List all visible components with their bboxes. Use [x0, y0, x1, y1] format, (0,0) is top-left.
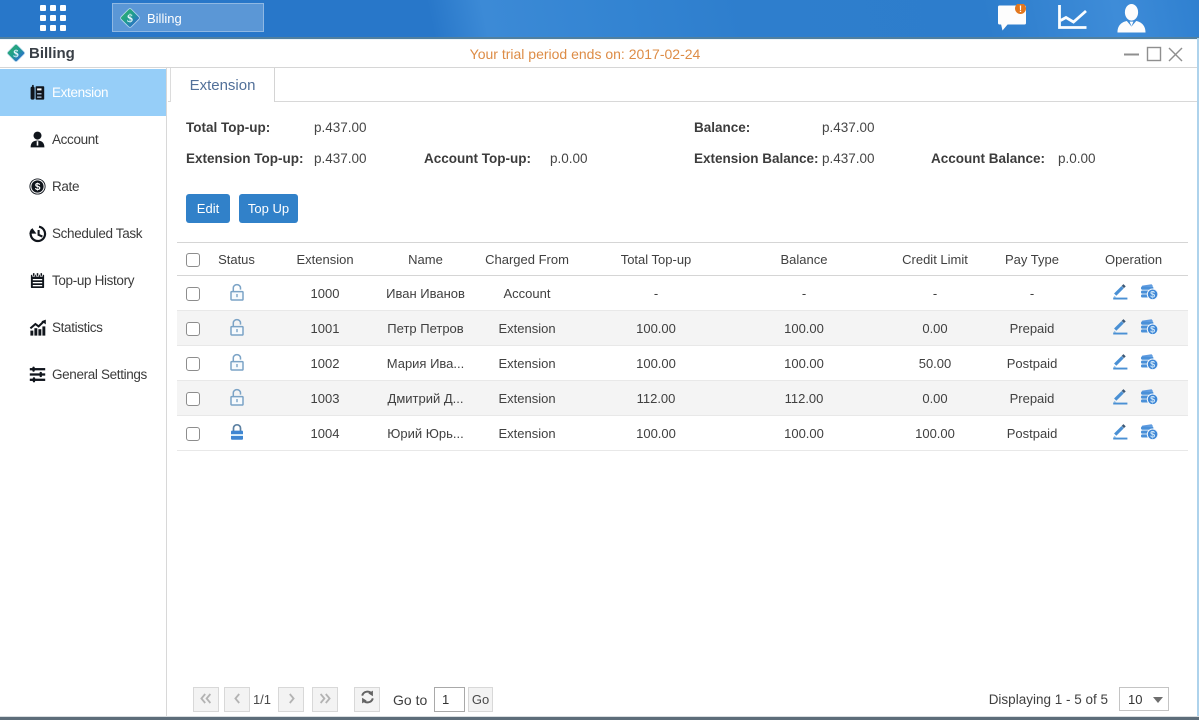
svg-text:$: $ — [13, 48, 19, 60]
svg-text:$: $ — [1150, 325, 1155, 335]
svg-text:$: $ — [1150, 395, 1155, 405]
svg-text:$: $ — [1150, 290, 1155, 300]
svg-text:$: $ — [35, 182, 41, 193]
svg-text:!: ! — [1019, 4, 1022, 14]
svg-text:$: $ — [1150, 430, 1155, 440]
svg-text:$: $ — [127, 11, 133, 25]
svg-text:$: $ — [1150, 360, 1155, 370]
